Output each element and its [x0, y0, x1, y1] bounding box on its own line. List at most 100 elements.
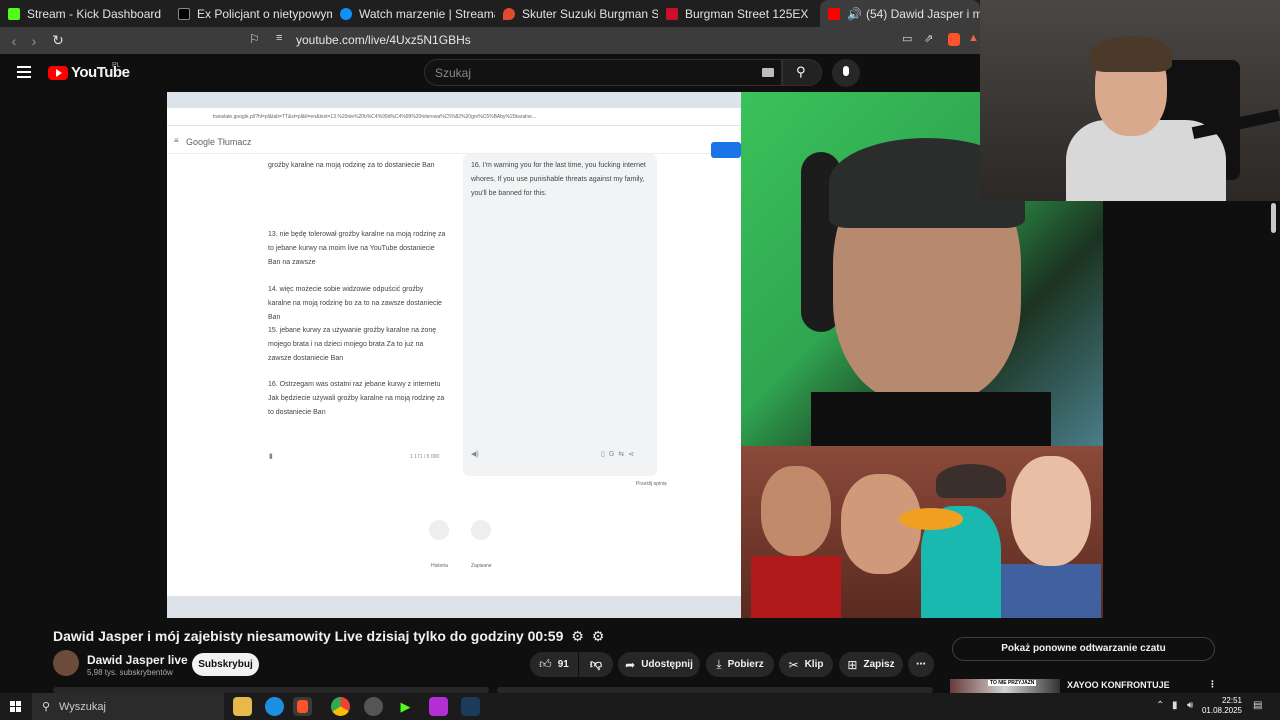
browser-tab-bar: Stream - Kick Dashboard Ex Policjant o n…	[0, 0, 980, 27]
brave-icon	[297, 700, 308, 713]
history-label: Historia	[431, 563, 448, 569]
translation-tools-icons: ▯G⇆⋖	[601, 451, 639, 458]
dislike-button[interactable]: 👎︎	[579, 652, 613, 677]
page-scrollbar[interactable]	[1271, 203, 1276, 233]
saved-icon	[471, 520, 491, 540]
brave-shield-icon[interactable]	[948, 33, 960, 46]
login-button	[711, 142, 741, 158]
more-actions-button[interactable]: ⋯	[908, 652, 934, 677]
kick-app-icon[interactable]: ▶	[396, 697, 415, 716]
shared-taskbar	[167, 596, 741, 618]
meme-platypus-bill	[899, 508, 963, 530]
show-chat-replay-button[interactable]: Pokaż ponowne odtwarzanie czatu	[952, 637, 1215, 661]
translation-pane: 16. I'm warning you for the last time, y…	[463, 154, 657, 476]
taskbar-clock[interactable]: 22:51 01.08.2025	[1200, 696, 1242, 716]
translate-header: ≡ Google Tłumacz	[167, 126, 741, 154]
download-icon: ⤓	[716, 657, 722, 671]
recommended-thumbnail: TO NIE PRZYJAZN	[950, 679, 1060, 693]
volume-icon[interactable]: 🔊︎	[1187, 700, 1193, 711]
youtube-icon	[828, 7, 840, 20]
olx-icon	[503, 7, 515, 20]
file-explorer-icon[interactable]	[233, 697, 252, 716]
chrome-icon[interactable]	[331, 697, 350, 716]
tab-suzuki-burgman[interactable]: Skuter Suzuki Burgman Street 125 e	[495, 0, 658, 27]
more-icon[interactable]: ⋮	[1208, 679, 1217, 690]
recommended-video[interactable]: TO NIE PRZYJAZN XAYOO KONFRONTUJE ⋮	[950, 679, 1260, 693]
share-button[interactable]: ➦ Udostępnij	[618, 652, 700, 677]
video-title: Dawid Jasper i mój zajebisty niesamowity…	[53, 628, 605, 644]
gear-icon: ⚙	[571, 628, 584, 644]
cast-icon[interactable]: ▭	[902, 32, 912, 45]
tab-youtube-live[interactable]: 🔊 (54) Dawid Jasper i mój zajebi ✕	[820, 0, 980, 27]
rewards-icon[interactable]: ▲	[968, 32, 979, 44]
clip-button[interactable]: ✂ Klip	[779, 652, 833, 677]
listen-icon: ◀)	[471, 451, 479, 458]
channel-avatar[interactable]	[53, 650, 79, 676]
source-line-16: 16. Ostrzegam was ostatni raz jebane kur…	[268, 381, 445, 416]
channel-name[interactable]: Dawid Jasper live	[87, 653, 188, 667]
speaker-icon[interactable]: 🔊	[847, 7, 862, 21]
meme-platypus-hat	[936, 464, 1006, 498]
source-line-15: 15. jebane kurwy za używanie groźby kara…	[268, 327, 437, 362]
back-icon[interactable]: ‹	[4, 33, 24, 49]
brave-taskbar-button[interactable]	[293, 697, 312, 716]
obs-icon[interactable]	[364, 697, 383, 716]
steam-icon[interactable]	[461, 697, 480, 716]
subscribe-button[interactable]: Subskrybuj	[192, 653, 259, 676]
mic-icon: ▮	[269, 453, 273, 460]
tray-chevron-icon[interactable]: ⌃	[1156, 700, 1164, 711]
reactor-webcam	[980, 0, 1280, 201]
windows-taskbar: ⚲ Wyszukaj ▶ ⌃ ▮ 🔊︎ 22:51 01.08.2025 ▤	[0, 693, 1280, 720]
tray-mic-icon[interactable]: ▮	[1172, 700, 1178, 711]
feedback-link: Prześlij opinię	[636, 481, 667, 487]
save-button[interactable]: ⊞ Zapisz	[839, 652, 903, 677]
country-code: PL	[112, 62, 121, 69]
meme-shirt-left	[751, 556, 841, 618]
address-bar: ‹ › ↻ ⚐ ≡ youtube.com/live/4Uxz5N1GBHs ▭…	[0, 27, 980, 54]
reload-icon[interactable]: ↻	[48, 32, 68, 49]
search-icon: ⚲	[796, 64, 806, 79]
taskbar-search[interactable]: ⚲ Wyszukaj	[32, 693, 224, 720]
source-line-13: 13. nie będę tolerował groźby karalne na…	[268, 231, 446, 266]
tab-kick-dashboard[interactable]: Stream - Kick Dashboard	[0, 0, 170, 27]
url-field[interactable]: youtube.com/live/4Uxz5N1GBHs	[296, 33, 471, 47]
share-arrow-icon: ➦	[625, 657, 636, 672]
like-button[interactable]: 👍︎ 91	[530, 652, 578, 677]
gear-icon: ⚙	[591, 628, 605, 644]
translate-title: Google Tłumacz	[186, 137, 252, 147]
subscriber-count: 5,98 tys. subskrybentów	[87, 668, 173, 677]
search-input[interactable]: Szukaj	[424, 59, 782, 86]
tab-ex-policjant[interactable]: Ex Policjant o nietypowym korepetyt	[170, 0, 332, 27]
youtube-logo-icon[interactable]	[48, 66, 68, 80]
char-count: 1 171 / 5 000	[410, 454, 440, 460]
search-button[interactable]: ⚲	[782, 59, 822, 86]
scissors-icon: ✂	[788, 657, 799, 672]
download-button[interactable]: ⤓ Pobierz	[706, 652, 774, 677]
tab-burgman-125ex[interactable]: Burgman Street 125EX	[658, 0, 820, 27]
notifications-icon[interactable]: ▤	[1253, 700, 1262, 711]
forward-icon[interactable]: ›	[24, 33, 44, 49]
meme-person-right	[1011, 456, 1091, 566]
share-icon[interactable]: ⇗	[924, 32, 933, 45]
more-icon: ⋯	[916, 659, 926, 670]
youtube-header: YouTube PL Szukaj ⚲	[0, 54, 980, 92]
keyboard-icon[interactable]	[762, 68, 774, 77]
menu-icon: ≡	[174, 136, 179, 145]
history-icon	[429, 520, 449, 540]
windows-start-icon[interactable]	[10, 701, 21, 712]
voice-search-icon[interactable]	[832, 59, 860, 87]
playlist-add-icon: ⊞	[847, 657, 858, 672]
site-info-icon[interactable]: ≡	[276, 32, 282, 44]
edge-icon[interactable]	[265, 697, 284, 716]
video-player[interactable]: translate.google.pl/?hl=pl&tab=TT&sl=pl&…	[167, 92, 741, 618]
translation-line-16: 16. I'm warning you for the last time, y…	[471, 162, 646, 197]
tab-streamable[interactable]: Watch marzenie | Streamable	[332, 0, 495, 27]
streamable-icon	[340, 7, 352, 20]
streamer-shirt	[811, 392, 1051, 446]
meme-person-left	[761, 466, 831, 556]
menu-icon[interactable]	[17, 66, 31, 78]
shared-address-bar: translate.google.pl/?hl=pl&tab=TT&sl=pl&…	[167, 108, 741, 126]
bookmark-icon[interactable]: ⚐	[249, 32, 260, 46]
thumbs-up-icon: 👍︎	[539, 657, 552, 671]
app-icon[interactable]	[429, 697, 448, 716]
